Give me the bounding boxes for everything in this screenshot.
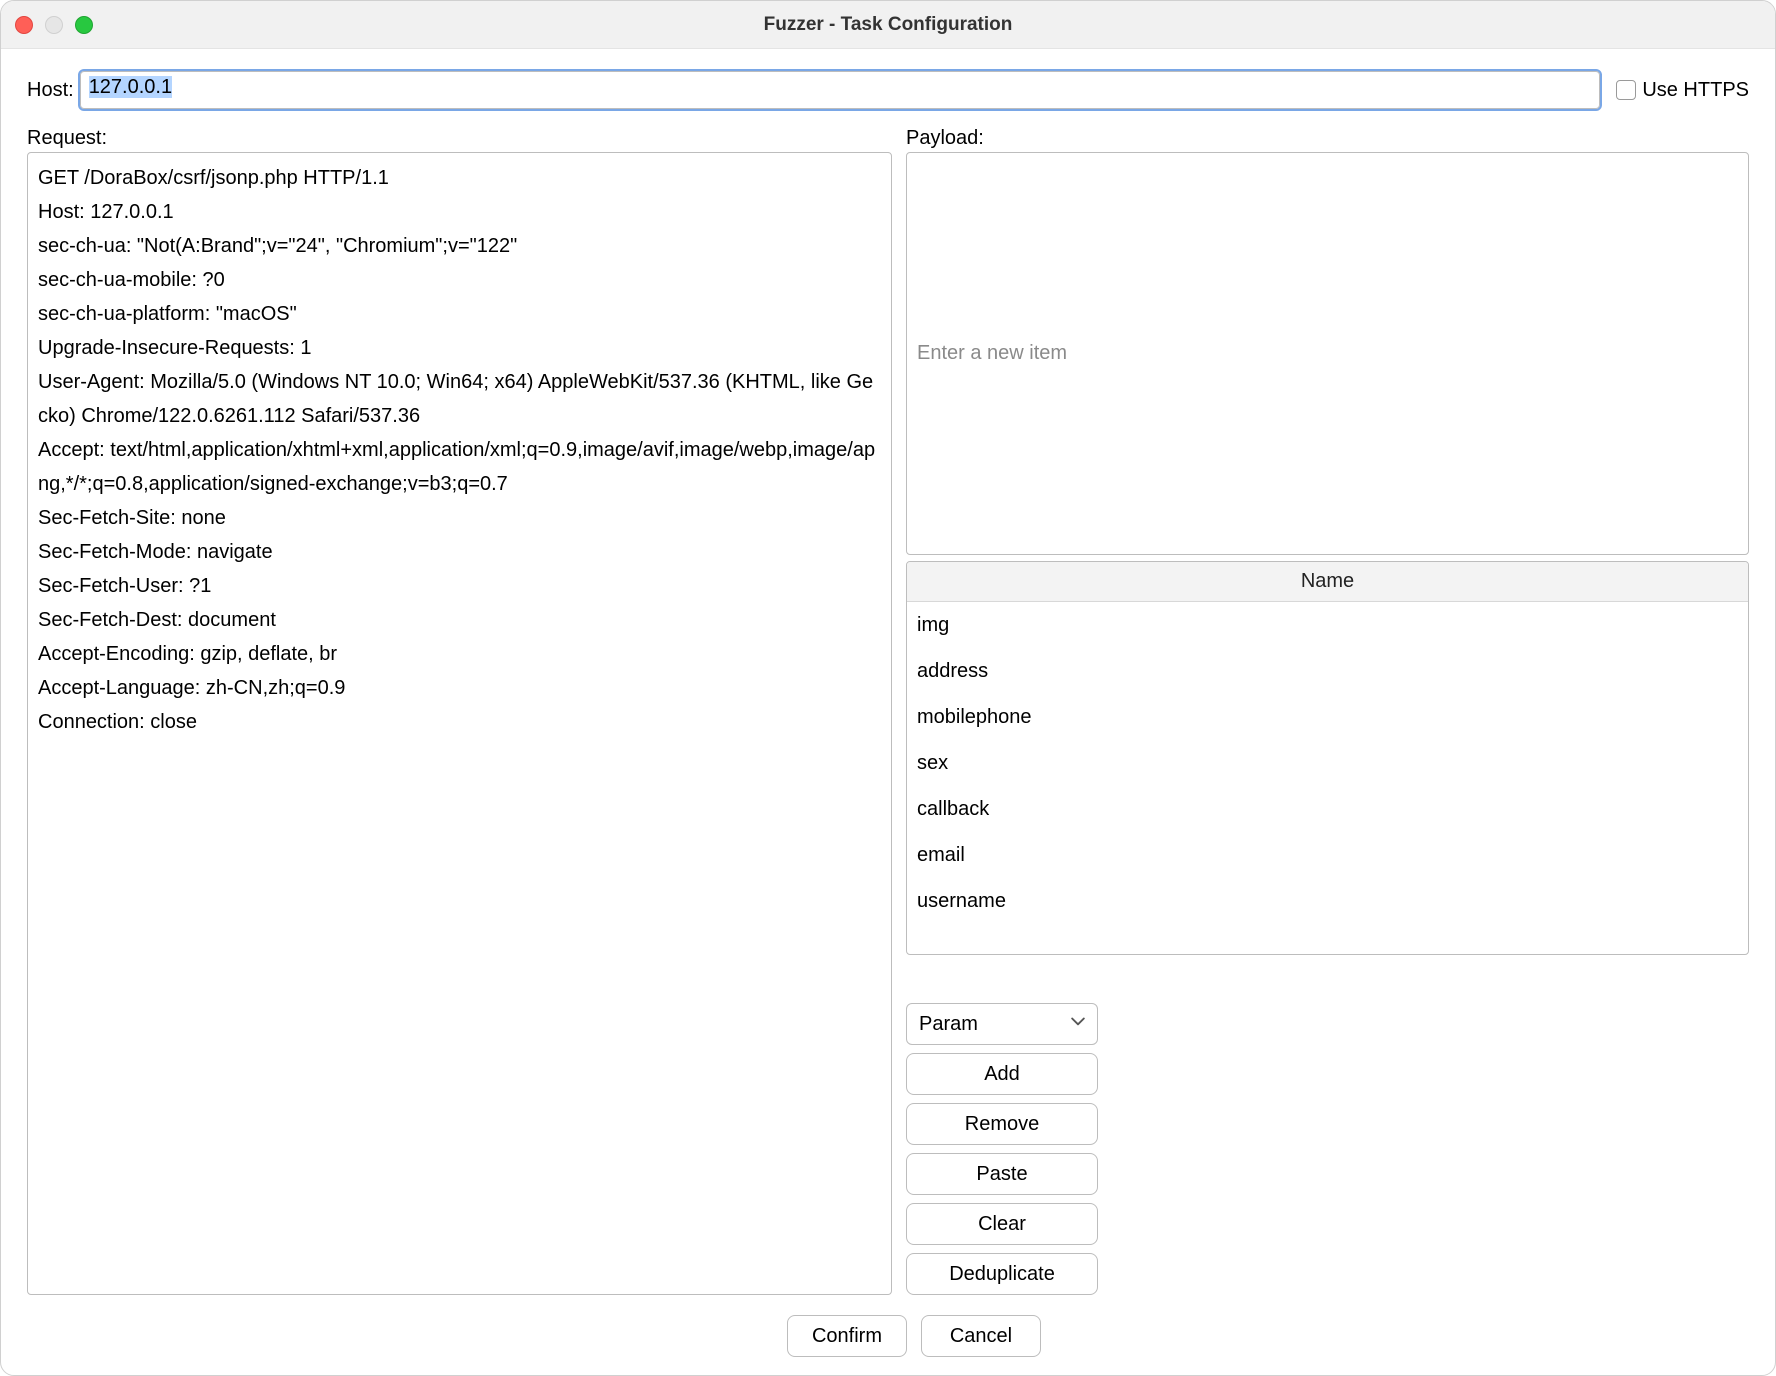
titlebar: Fuzzer - Task Configuration xyxy=(1,1,1775,49)
add-button[interactable]: Add xyxy=(906,1053,1098,1095)
param-combo[interactable]: Param xyxy=(906,1003,1098,1045)
request-panel: Request: GET /DoraBox/csrf/jsonp.php HTT… xyxy=(27,127,892,1295)
table-row[interactable]: mobilephone xyxy=(907,694,1748,740)
table-row[interactable]: email xyxy=(907,832,1748,878)
maximize-icon[interactable] xyxy=(75,16,93,34)
cancel-button[interactable]: Cancel xyxy=(921,1315,1041,1357)
payload-table: Name img address mobilephone sex callbac… xyxy=(906,561,1749,956)
host-row: Host: 127.0.0.1 Use HTTPS xyxy=(27,71,1749,109)
payload-table-body: img address mobilephone sex callback ema… xyxy=(907,602,1748,955)
clear-button[interactable]: Clear xyxy=(906,1203,1098,1245)
table-row[interactable]: sex xyxy=(907,740,1748,786)
traffic-lights xyxy=(15,16,93,34)
table-row[interactable]: username xyxy=(907,878,1748,924)
use-https-checkbox[interactable]: Use HTTPS xyxy=(1616,79,1749,102)
param-combo-value: Param xyxy=(919,1013,978,1036)
request-textarea[interactable]: GET /DoraBox/csrf/jsonp.php HTTP/1.1 Hos… xyxy=(27,152,892,1295)
table-row[interactable]: address xyxy=(907,648,1748,694)
new-item-input[interactable]: Enter a new item xyxy=(906,152,1749,555)
new-item-placeholder: Enter a new item xyxy=(917,342,1067,365)
payload-column: Payload: Enter a new item Name img addre… xyxy=(906,127,1749,955)
window-title: Fuzzer - Task Configuration xyxy=(1,14,1775,36)
payload-panel: Payload: Enter a new item Name img addre… xyxy=(906,127,1749,1295)
remove-button[interactable]: Remove xyxy=(906,1103,1098,1145)
close-icon[interactable] xyxy=(15,16,33,34)
checkbox-box-icon xyxy=(1616,80,1636,100)
payload-buttons: Param Add Remove Paste Clear Deduplicate xyxy=(906,967,1098,1295)
table-row[interactable]: callback xyxy=(907,786,1748,832)
use-https-label: Use HTTPS xyxy=(1642,79,1749,102)
chevron-down-icon xyxy=(1071,1017,1085,1031)
payload-table-header[interactable]: Name xyxy=(907,562,1748,602)
confirm-button[interactable]: Confirm xyxy=(787,1315,907,1357)
paste-button[interactable]: Paste xyxy=(906,1153,1098,1195)
payload-label: Payload: xyxy=(906,127,1749,150)
host-input[interactable]: 127.0.0.1 xyxy=(80,71,1601,109)
window: Fuzzer - Task Configuration Host: 127.0.… xyxy=(0,0,1776,1376)
footer: Confirm Cancel xyxy=(27,1315,1749,1357)
host-input-value: 127.0.0.1 xyxy=(89,76,172,98)
panels-row: Request: GET /DoraBox/csrf/jsonp.php HTT… xyxy=(27,127,1749,1295)
deduplicate-button[interactable]: Deduplicate xyxy=(906,1253,1098,1295)
host-label: Host: xyxy=(27,79,74,102)
table-row[interactable]: img xyxy=(907,602,1748,648)
minimize-icon[interactable] xyxy=(45,16,63,34)
request-label: Request: xyxy=(27,127,892,150)
content: Host: 127.0.0.1 Use HTTPS Request: GET /… xyxy=(1,49,1775,1375)
